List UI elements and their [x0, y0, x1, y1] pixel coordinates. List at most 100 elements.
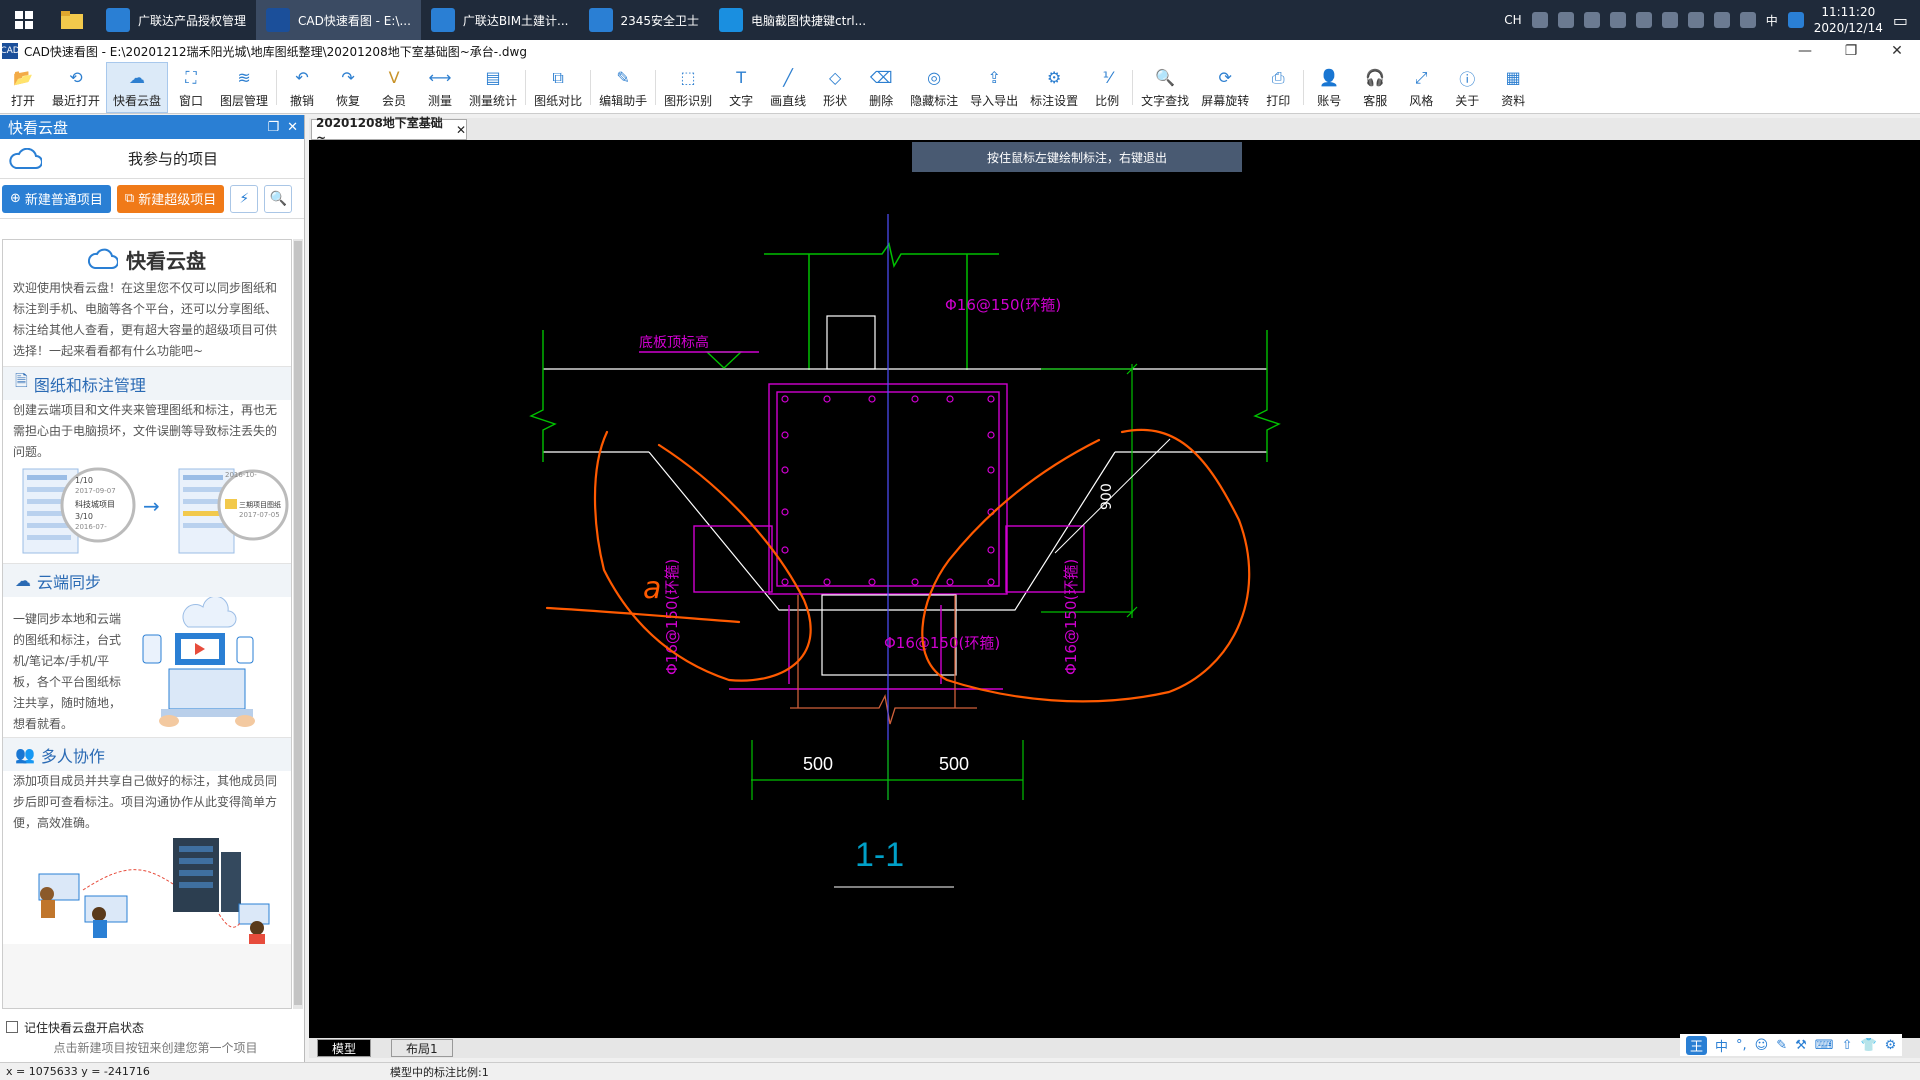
ime-punct-icon[interactable]: °,	[1736, 1038, 1747, 1053]
about-button[interactable]: ⓘ 关于	[1444, 62, 1490, 113]
ime-user-icon[interactable]: ⇧	[1842, 1038, 1853, 1053]
taskbar-app[interactable]: 广联达产品授权管理	[96, 0, 256, 40]
ime-emoji-icon[interactable]: ☺	[1755, 1038, 1769, 1053]
ime-app-icon[interactable]	[1787, 12, 1804, 28]
shield-icon[interactable]	[1557, 12, 1574, 28]
remember-option[interactable]: 记住快看云盘开启状态	[0, 1017, 305, 1037]
layer-manage-button[interactable]: ≋ 图层管理	[214, 62, 274, 113]
notification-icon[interactable]: ▭	[1893, 11, 1908, 30]
taskbar-app[interactable]: CAD快速看图 - E:\...	[256, 0, 421, 40]
ime-lang[interactable]: 中	[1715, 1036, 1728, 1055]
shape-recognize-button[interactable]: ⬚ 图形识别	[658, 62, 718, 113]
taskbar: 广联达产品授权管理 CAD快速看图 - E:\... 广联达BIM土建计... 234…	[0, 0, 1920, 40]
tray-app-icon[interactable]	[1531, 12, 1548, 28]
service-button[interactable]: 🎧 客服	[1352, 62, 1398, 113]
mark-settings-button[interactable]: ⚙ 标注设置	[1024, 62, 1084, 113]
style-button[interactable]: ⤢ 风格	[1398, 62, 1444, 113]
nvidia-icon[interactable]	[1609, 12, 1626, 28]
undo-button[interactable]: ↶ 撤销	[279, 62, 325, 113]
slab-lines	[543, 315, 1267, 611]
security-icon[interactable]	[1687, 12, 1704, 28]
screen-rotate-button[interactable]: ⟳ 屏幕旋转	[1195, 62, 1255, 113]
document-tab[interactable]: 20201208地下室基础~ ✕	[311, 116, 467, 145]
ime-tools-icon[interactable]: ⚒	[1795, 1038, 1807, 1053]
handwriting-label: a	[643, 571, 661, 606]
ime-keyboard-icon[interactable]: ⌨	[1815, 1038, 1834, 1053]
clock[interactable]: 11:11:20 2020/12/14	[1814, 4, 1883, 36]
hide-mark-button[interactable]: ◎ 隐藏标注	[904, 62, 964, 113]
volume-muted-icon[interactable]	[1739, 12, 1756, 28]
shape-button[interactable]: ◇ 形状	[812, 62, 858, 113]
shape-label: 形状	[823, 93, 848, 108]
tab-layout1[interactable]: 布局1	[391, 1039, 453, 1057]
redo-icon: ↷	[341, 68, 355, 87]
materials-button[interactable]: ▦ 资料	[1490, 62, 1536, 113]
collaboration-illustration	[3, 834, 291, 944]
sync-button[interactable]: ⚡	[230, 184, 259, 213]
taskbar-app[interactable]: 广联达BIM土建计...	[421, 0, 579, 40]
account-label: 账号	[1317, 93, 1342, 108]
taskbar-app[interactable]: 电脑截图快捷键ctrl...	[709, 0, 876, 40]
ime-handwrite-icon[interactable]: ✎	[1776, 1038, 1787, 1053]
measure-button[interactable]: ⟷ 测量	[417, 62, 463, 113]
gld-bim-icon	[430, 8, 455, 32]
draw-line-button[interactable]: ╱ 画直线	[764, 62, 812, 113]
ime-logo-icon[interactable]: 王	[1686, 1035, 1708, 1055]
recent-open-button[interactable]: ⟲ 最近打开	[46, 62, 106, 113]
panel-close-icon[interactable]: ✕	[287, 120, 298, 135]
account-button[interactable]: 👤 账号	[1306, 62, 1352, 113]
ime-skin-icon[interactable]: 👕	[1860, 1038, 1876, 1053]
new-super-project-button[interactable]: ⧉ 新建超级项目	[116, 184, 225, 213]
shape-recognize-icon: ⬚	[680, 68, 696, 87]
measure-stats-button[interactable]: ▤ 测量统计	[463, 62, 523, 113]
new-normal-project-button[interactable]: ⊕ 新建普通项目	[2, 184, 111, 213]
file-explorer-button[interactable]	[48, 0, 96, 40]
start-button[interactable]	[0, 0, 48, 40]
vip-button[interactable]: V 会员	[371, 62, 417, 113]
redo-button[interactable]: ↷ 恢复	[325, 62, 371, 113]
open-icon: 📂	[13, 68, 33, 87]
hide-mark-icon: ◎	[927, 68, 942, 87]
language-indicator[interactable]: CH	[1504, 13, 1521, 27]
panel-restore-icon[interactable]: ❐	[267, 120, 279, 135]
remember-checkbox[interactable]	[6, 1021, 18, 1033]
browser-tray-icon[interactable]	[1635, 12, 1652, 28]
import-export-button[interactable]: ⇪ 导入导出	[964, 62, 1024, 113]
scale-button[interactable]: ⅟ 比例	[1084, 62, 1130, 113]
project-icon: ⧉	[124, 191, 135, 206]
minimize-button[interactable]: —	[1782, 40, 1828, 62]
cad-drawing-canvas[interactable]: 按住鼠标左键绘制标注，右键退出 900 500 500 Φ16@150(环箍) …	[309, 140, 1920, 1038]
undo-icon: ↶	[295, 68, 309, 87]
scrollbar-thumb[interactable]	[294, 241, 302, 1005]
close-button[interactable]: ✕	[1874, 40, 1920, 62]
search-button[interactable]: 🔍	[264, 184, 293, 213]
usb-icon[interactable]	[1661, 12, 1678, 28]
column-break-bottom	[790, 595, 977, 725]
open-button[interactable]: 📂 打开	[0, 62, 46, 113]
panel-scrollbar[interactable]	[293, 239, 303, 1009]
ime-indicator[interactable]: 中	[1766, 12, 1778, 29]
tab-close-icon[interactable]: ✕	[456, 123, 466, 137]
monitor-icon[interactable]	[1713, 12, 1730, 28]
ime-settings-icon[interactable]: ⚙	[1885, 1038, 1897, 1053]
section-drawing-management: 🗎 图纸和标注管理	[3, 366, 291, 400]
cad-icon	[266, 8, 291, 32]
print-button[interactable]: ⎙ 打印	[1255, 62, 1301, 113]
network-app-icon[interactable]	[1583, 12, 1600, 28]
taskbar-app[interactable]: 2345安全卫士	[579, 0, 710, 40]
text-icon: T	[736, 68, 746, 87]
about-icon: ⓘ	[1459, 69, 1476, 89]
cloud-disk-button[interactable]: ☁ 快看云盘	[106, 62, 169, 113]
maximize-button[interactable]: ❐	[1828, 40, 1874, 62]
vip-label: 会员	[382, 93, 407, 108]
redo-label: 恢复	[336, 93, 361, 108]
tab-model[interactable]: 模型	[317, 1039, 372, 1057]
compare-button[interactable]: ⧉ 图纸对比	[528, 62, 588, 113]
text-search-button[interactable]: 🔍 文字查找	[1135, 62, 1195, 113]
text-button[interactable]: T 文字	[718, 62, 764, 113]
delete-label: 删除	[869, 93, 894, 108]
edit-assistant-button[interactable]: ✎ 编辑助手	[593, 62, 653, 113]
section-text: 一键同步本地和云端的图纸和标注，台式机/笔记本/手机/平板，各个平台图纸标注共享…	[3, 597, 133, 737]
delete-button[interactable]: ⌫ 删除	[858, 62, 904, 113]
window-button[interactable]: ⛶ 窗口	[168, 62, 214, 113]
